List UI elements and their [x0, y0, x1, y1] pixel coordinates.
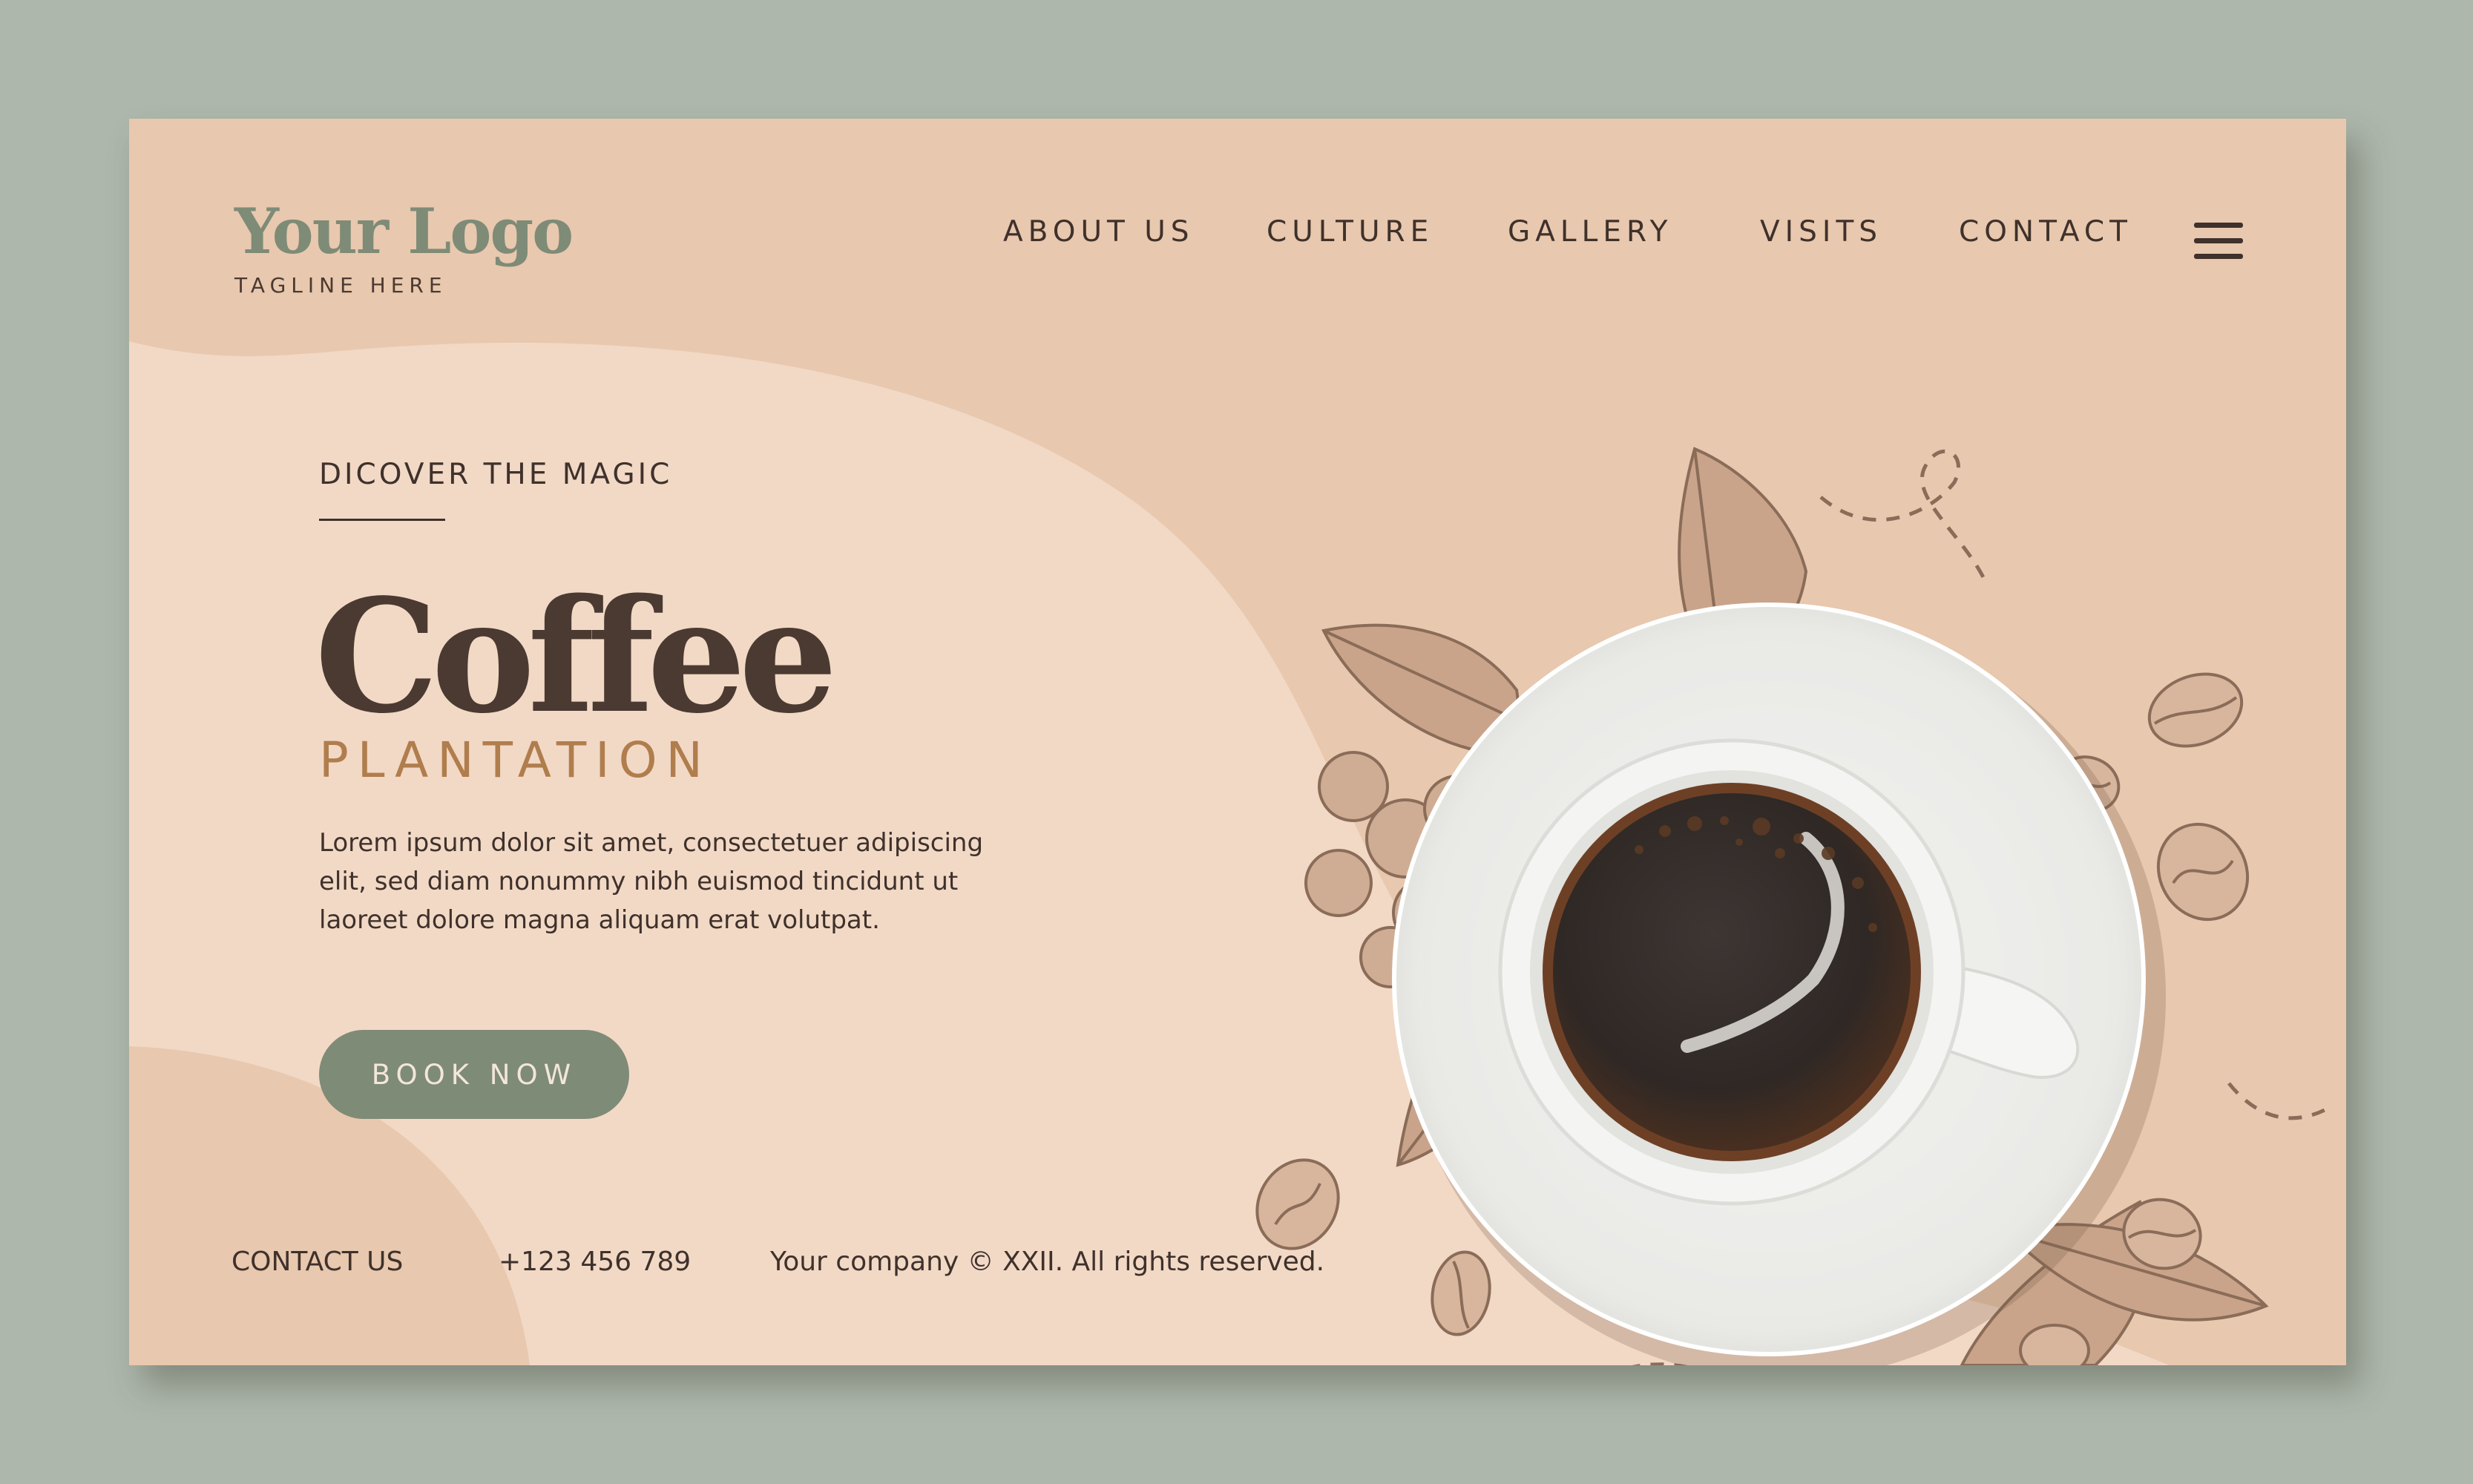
nav-gallery[interactable]: GALLERY: [1508, 215, 1672, 249]
hero-card: Your Logo TAGLINE HERE ABOUT US CULTURE …: [129, 119, 2346, 1365]
logo[interactable]: Your Logo TAGLINE HERE: [234, 194, 574, 298]
hero-description: Lorem ipsum dolor sit amet, consectetuer…: [319, 828, 984, 935]
coffee-cup-icon: [1392, 603, 2166, 1365]
eyebrow-divider: [319, 519, 445, 521]
hero-eyebrow: DICOVER THE MAGIC: [319, 458, 673, 491]
coffee-illustration: [1255, 447, 2334, 1365]
hero-subtitle: PLANTATION: [319, 732, 712, 789]
footer-contact-us[interactable]: CONTACT US: [231, 1247, 403, 1277]
nav-about-us[interactable]: ABOUT US: [1003, 215, 1195, 249]
footer-phone[interactable]: +123 456 789: [499, 1247, 691, 1277]
nav-visits[interactable]: VISITS: [1760, 215, 1882, 249]
nav-contact[interactable]: CONTACT: [1959, 215, 2132, 249]
top-navigation: ABOUT US CULTURE GALLERY VISITS CONTACT: [1003, 215, 2265, 267]
hamburger-menu-icon[interactable]: [2194, 223, 2243, 260]
nav-culture[interactable]: CULTURE: [1267, 215, 1433, 249]
logo-tagline: TAGLINE HERE: [234, 273, 447, 298]
hero-title: Coffee: [315, 565, 838, 748]
book-now-button[interactable]: BOOK NOW: [319, 1030, 629, 1119]
logo-title: Your Logo: [234, 194, 574, 268]
